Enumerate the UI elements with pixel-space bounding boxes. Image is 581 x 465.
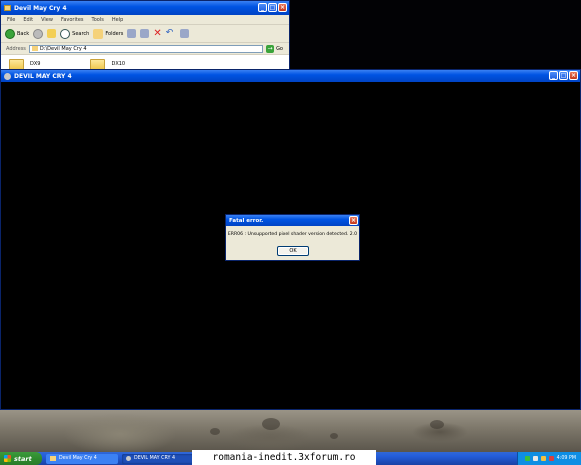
game-title: DEVIL MAY CRY 4	[14, 72, 72, 80]
address-label: Address	[6, 45, 26, 52]
minimize-button[interactable]: _	[258, 3, 267, 12]
go-arrow-icon: →	[266, 44, 275, 53]
close-button[interactable]: ×	[569, 71, 578, 80]
explorer-toolbar: Back Search Folders ✕ ↶	[1, 25, 289, 43]
watermark: romania-inedit.3xforum.ro	[192, 450, 376, 465]
file-name: DX10	[111, 61, 126, 67]
folder-icon	[9, 58, 24, 69]
minimize-button[interactable]: _	[549, 71, 558, 80]
tray-security-icon[interactable]	[548, 456, 554, 461]
explorer-window[interactable]: Devil May Cry 4 _ □ × File Edit View Fav…	[0, 0, 290, 70]
go-label: Go	[276, 45, 283, 52]
menu-edit[interactable]: Edit	[23, 17, 33, 23]
views-icon	[179, 29, 189, 38]
ok-button[interactable]: OK	[277, 246, 309, 256]
copy-to-button[interactable]	[140, 29, 150, 38]
delete-button[interactable]: ✕	[153, 27, 162, 39]
move-to-icon	[127, 29, 137, 38]
folder-icon	[90, 58, 106, 69]
dialog-title: Fatal error.	[229, 217, 264, 224]
folders-icon	[93, 28, 104, 39]
folder-icon	[50, 456, 56, 461]
address-value: D:\Devil May Cry 4	[39, 45, 87, 52]
moon-surface-wallpaper	[0, 408, 581, 452]
close-button[interactable]: ×	[278, 3, 287, 12]
move-to-button[interactable]	[127, 29, 137, 38]
dialog-close-button[interactable]: ×	[349, 216, 358, 225]
file-name: DX9	[30, 61, 41, 67]
back-arrow-icon	[5, 28, 15, 39]
start-label: start	[14, 454, 32, 463]
game-icon	[126, 456, 131, 461]
explorer-title: Devil May Cry 4	[14, 4, 67, 12]
menu-file[interactable]: File	[7, 17, 15, 23]
clock[interactable]: 4:09 PM	[557, 456, 576, 461]
error-message: ERR06 : Unsupported pixel shader version…	[227, 232, 358, 237]
tray-app-icon[interactable]	[540, 456, 546, 461]
search-button[interactable]: Search	[60, 28, 90, 39]
error-dialog[interactable]: Fatal error. × ERR06 : Unsupported pixel…	[225, 214, 360, 261]
dialog-title-bar[interactable]: Fatal error. ×	[226, 215, 359, 226]
address-input[interactable]: D:\Devil May Cry 4	[28, 44, 264, 53]
forward-arrow-icon	[33, 28, 44, 39]
menu-view[interactable]: View	[41, 17, 53, 23]
tray-volume-icon[interactable]	[532, 456, 538, 461]
forward-button[interactable]	[33, 28, 44, 39]
system-tray: 4:09 PM	[517, 452, 581, 465]
file-list: DX9 DX10	[1, 55, 289, 69]
folders-button[interactable]: Folders	[93, 28, 124, 39]
menu-favorites[interactable]: Favorites	[61, 17, 84, 23]
menu-tools[interactable]: Tools	[92, 17, 104, 23]
menu-bar: File Edit View Favorites Tools Help	[1, 15, 289, 25]
folder-icon	[31, 46, 38, 51]
game-icon	[4, 72, 11, 80]
menu-help[interactable]: Help	[112, 17, 123, 23]
taskbar-item-game[interactable]: DEVIL MAY CRY 4	[122, 453, 194, 464]
game-title-bar[interactable]: DEVIL MAY CRY 4 _ □ ×	[1, 70, 580, 82]
folders-label: Folders	[105, 30, 124, 37]
undo-button[interactable]: ↶	[165, 27, 176, 39]
taskbar-item-label: Devil May Cry 4	[59, 456, 97, 461]
search-icon	[60, 28, 71, 39]
taskbar-item-explorer[interactable]: Devil May Cry 4	[46, 453, 118, 464]
tray-network-icon[interactable]	[524, 456, 530, 461]
search-label: Search	[72, 30, 90, 37]
back-label: Back	[17, 30, 30, 37]
up-folder-button[interactable]	[47, 29, 57, 38]
back-button[interactable]: Back	[5, 28, 30, 39]
copy-to-icon	[140, 29, 150, 38]
maximize-button[interactable]: □	[559, 71, 568, 80]
start-button[interactable]: start	[0, 452, 42, 465]
up-folder-icon	[47, 29, 57, 38]
taskbar-item-label: DEVIL MAY CRY 4	[134, 456, 176, 461]
folder-icon	[4, 5, 11, 11]
address-bar: Address D:\Devil May Cry 4 → Go	[1, 43, 289, 55]
windows-logo-icon	[4, 455, 11, 462]
undo-icon: ↶	[165, 27, 174, 38]
list-item[interactable]: DX9	[9, 58, 41, 69]
maximize-button[interactable]: □	[268, 3, 277, 12]
go-button[interactable]: → Go	[266, 44, 289, 53]
explorer-title-bar[interactable]: Devil May Cry 4 _ □ ×	[1, 1, 289, 15]
views-button[interactable]	[179, 29, 189, 38]
delete-x-icon: ✕	[153, 27, 162, 39]
list-item[interactable]: DX10	[90, 58, 126, 69]
